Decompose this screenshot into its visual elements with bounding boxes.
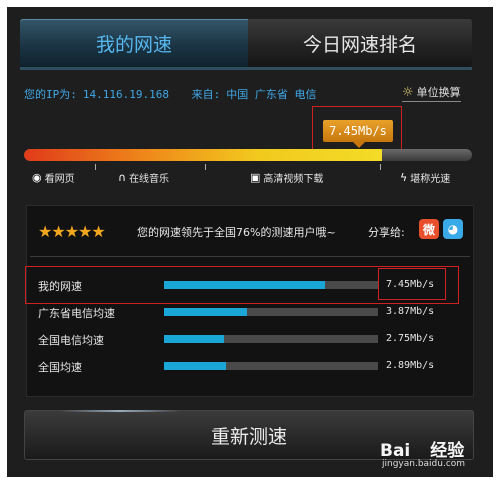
row-label-my-speed: 我的网速 [38,280,82,293]
gauge-tick [205,164,206,170]
unit-convert-label: 单位换算 [416,86,461,99]
share-label: 分享给: [368,226,405,239]
video-icon: ▣ [250,171,261,184]
qq-icon[interactable]: ◕ [443,219,463,239]
row-bar-province [164,308,378,316]
rank-text: 您的网速领先于全国76%的测速用户哦~ [137,226,336,239]
row-label-telecom: 全国电信均速 [38,334,104,347]
row-label-province: 广东省电信均速 [38,307,115,320]
row-bar-fill [164,281,325,289]
row-value-national: 2.89Mb/s [386,360,435,371]
button-glow [60,410,180,412]
milestone-lightspeed: ϟ 堪称光速 [400,171,451,185]
location: 中国 广东省 电信 [226,88,317,101]
speed-gauge-fill [24,149,383,161]
ip-address: 14.116.19.168 [82,88,169,101]
unit-convert-button[interactable]: ☼ 单位换算 [402,84,461,102]
milestone-browse: ◉ 看网页 [32,171,75,185]
milestone-music: ∩ 在线音乐 [118,171,170,185]
tab-underline [20,67,472,70]
headphones-icon: ∩ [118,171,127,184]
row-label-national: 全国均速 [38,361,82,374]
tab-my-speed[interactable]: 我的网速 [20,19,248,67]
row-bar-fill [164,335,224,343]
speed-bubble: 7.45Mb/s [323,120,393,142]
bubble-pointer [353,142,365,148]
speed-gauge [24,149,472,161]
eye-icon: ◉ [32,171,42,184]
lightning-icon: ϟ [400,171,408,184]
bulb-icon: ☼ [402,84,414,100]
row-bar-fill [164,308,248,316]
tab-speed-ranking[interactable]: 今日网速排名 [248,19,472,67]
watermark-logo: Bai 经验 [380,441,465,461]
row-value-my-speed: 7.45Mb/s [386,279,435,290]
gauge-tick [380,164,381,170]
row-bar-telecom [164,335,378,343]
gauge-tick [95,164,96,170]
from-label: 来自: [191,88,221,101]
row-bar-fill [164,362,227,370]
row-bar-national [164,362,378,370]
row-bar-my-speed [164,281,378,289]
rating-stars: ★★★★★ [38,222,106,241]
ip-label: 您的IP为: [24,88,77,101]
row-value-province: 3.87Mb/s [386,306,435,317]
divider [30,256,470,257]
row-value-telecom: 2.75Mb/s [386,333,435,344]
ip-info: 您的IP为: 14.116.19.168 来自: 中国 广东省 电信 [24,86,322,102]
watermark-url: jingyan.baidu.com [382,459,466,469]
weibo-icon[interactable]: 微 [419,219,439,239]
milestone-video: ▣ 高清视频下载 [250,171,324,185]
